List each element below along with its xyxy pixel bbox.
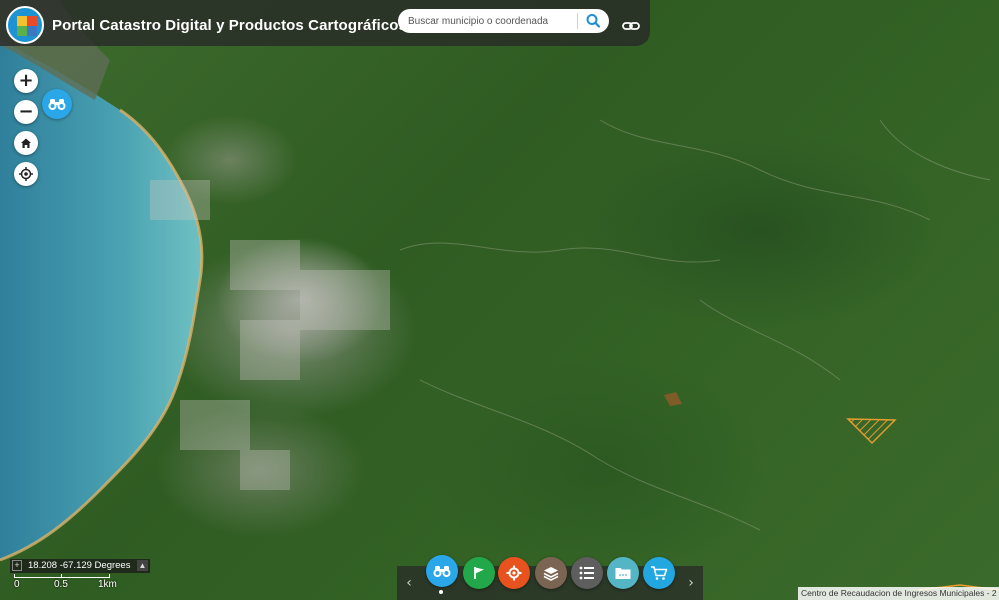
link-icon bbox=[622, 22, 640, 30]
crim-logo-icon[interactable] bbox=[6, 6, 44, 44]
toolbar-cart-button[interactable] bbox=[643, 557, 675, 589]
folder-icon bbox=[615, 568, 631, 579]
toolbar-next-button[interactable]: › bbox=[682, 573, 700, 593]
search-icon bbox=[586, 14, 601, 28]
scale-bar: 0 0.5 1km bbox=[12, 574, 122, 594]
toolbar-tools-button[interactable] bbox=[498, 557, 530, 589]
home-button[interactable] bbox=[14, 131, 38, 155]
share-link-button[interactable] bbox=[620, 15, 642, 37]
scale-label-end: 1km bbox=[98, 579, 117, 590]
list-icon bbox=[579, 566, 594, 580]
toolbar-prev-button[interactable]: ‹ bbox=[400, 573, 418, 593]
toolbar-layers-button[interactable] bbox=[535, 557, 567, 589]
toolbar-identify-button[interactable] bbox=[426, 555, 458, 587]
cart-icon bbox=[651, 566, 668, 580]
tools-icon bbox=[506, 565, 522, 581]
binoculars-icon bbox=[433, 566, 451, 577]
scale-label-mid: 0.5 bbox=[54, 579, 68, 590]
coordinate-toggle-button[interactable]: ▲ bbox=[137, 560, 148, 571]
coordinate-value: 18.208 -67.129 Degrees bbox=[28, 560, 131, 571]
layers-icon bbox=[543, 567, 559, 581]
flag-icon bbox=[474, 567, 484, 579]
identify-tool-button[interactable] bbox=[42, 89, 72, 119]
zoom-in-button[interactable]: + bbox=[14, 69, 38, 93]
satellite-map[interactable] bbox=[0, 0, 999, 600]
page-title: Portal Catastro Digital y Productos Cart… bbox=[52, 17, 407, 34]
toolbar-legend-button[interactable] bbox=[571, 557, 603, 589]
chevron-right-icon: › bbox=[688, 575, 694, 591]
locate-button[interactable] bbox=[14, 162, 38, 186]
app-header: Portal Catastro Digital y Productos Cart… bbox=[0, 0, 650, 46]
scale-label-0: 0 bbox=[14, 579, 20, 590]
home-icon bbox=[21, 138, 31, 148]
zoom-in-label: + bbox=[18, 70, 34, 91]
locate-icon bbox=[19, 167, 33, 181]
toolbar-bookmark-button[interactable] bbox=[463, 557, 495, 589]
zoom-out-label: − bbox=[18, 101, 34, 122]
chevron-left-icon: ‹ bbox=[406, 575, 412, 591]
search-divider bbox=[577, 13, 578, 29]
active-tool-indicator bbox=[439, 590, 443, 594]
coordinate-crosshair-icon[interactable]: + bbox=[12, 560, 22, 571]
map-attribution: Centro de Recaudacion de Ingresos Munici… bbox=[798, 587, 999, 600]
search-input[interactable] bbox=[408, 12, 573, 30]
coordinate-readout: + 18.208 -67.129 Degrees ▲ bbox=[10, 559, 150, 573]
toolbar-files-button[interactable] bbox=[607, 557, 639, 589]
scale-bar-line bbox=[14, 574, 110, 578]
search-button[interactable] bbox=[582, 11, 604, 31]
sea-water bbox=[0, 0, 991, 562]
search-box bbox=[398, 9, 609, 33]
zoom-out-button[interactable]: − bbox=[14, 100, 38, 124]
binoculars-icon bbox=[48, 99, 66, 110]
